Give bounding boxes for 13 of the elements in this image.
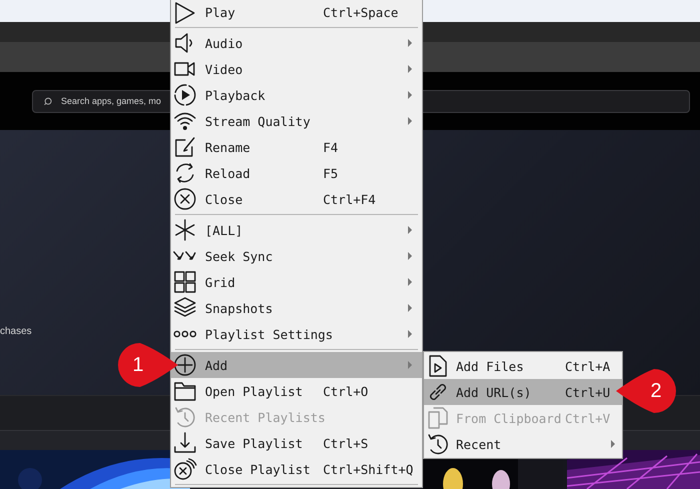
shortcut-label: Ctrl+U [565,384,611,400]
shortcut-label: F4 [323,140,340,154]
shortcut-label: Ctrl+Space [323,5,400,20]
shortcut-label: Ctrl+V [565,410,611,426]
shortcut-label: Ctrl+O [323,384,370,398]
shortcut-label: Ctrl+Shift+Q [323,462,414,476]
shortcut-label: F5 [323,166,340,180]
callout-marker: 2 [614,367,678,415]
shortcut-label: Ctrl+A [565,358,611,374]
shortcut-label: Ctrl+F4 [323,192,377,206]
shortcut-label: Ctrl+S [323,436,370,450]
callout-marker: 1 [116,341,180,389]
side-text: chases [0,326,32,337]
